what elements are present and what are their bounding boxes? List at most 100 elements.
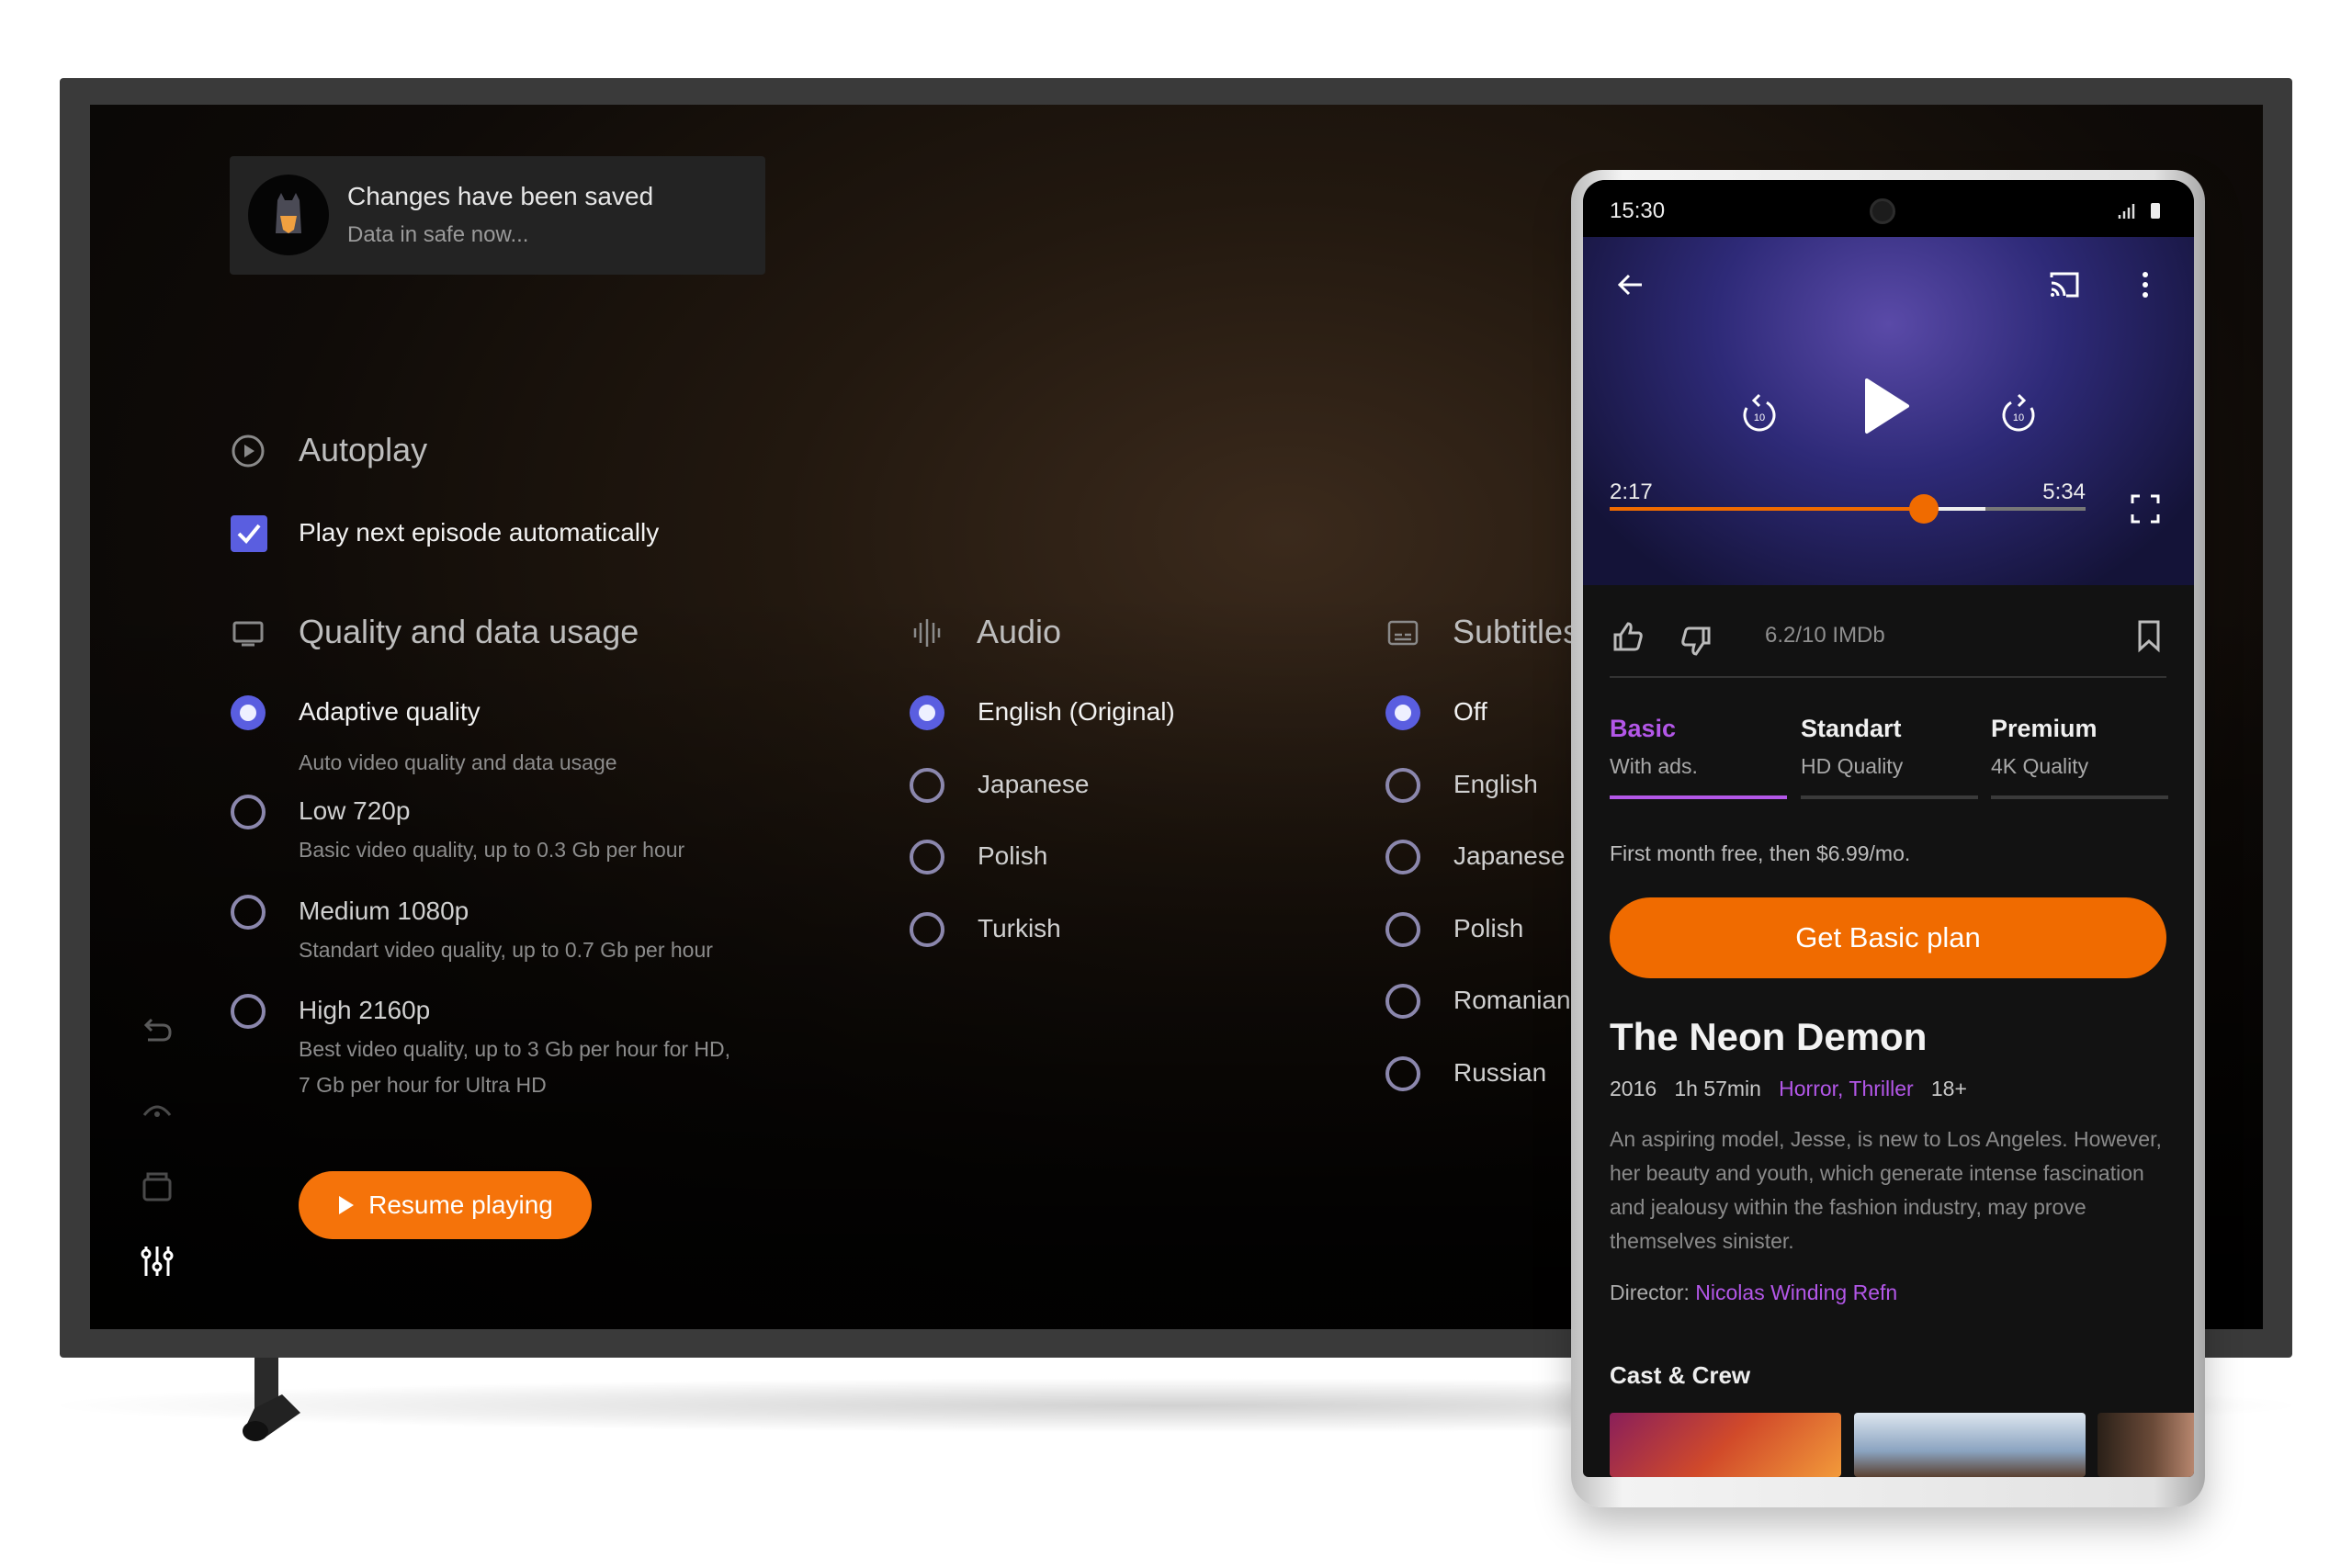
radio-audio-option[interactable] — [910, 695, 944, 730]
movie-genres[interactable]: Horror, Thriller — [1779, 1077, 1914, 1100]
imdb-rating: 6.2/10 IMDb — [1765, 623, 1885, 648]
option-description: Standart video quality, up to 0.7 Gb per… — [299, 938, 713, 962]
subtitles-option-label[interactable]: Romanian — [1453, 986, 1571, 1015]
batman-avatar-icon — [276, 193, 301, 233]
toast-subtitle: Data in safe now... — [347, 222, 529, 247]
plan-basic[interactable]: Basic With ads. — [1610, 715, 1787, 799]
replay-10-icon[interactable]: 10 — [1737, 391, 1781, 435]
option-description: Basic video quality, up to 0.3 Gb per ho… — [299, 838, 685, 862]
autoplay-checkbox-label[interactable]: Play next episode automatically — [299, 518, 659, 547]
svg-text:10: 10 — [1754, 412, 1765, 423]
toast-notification: Changes have been saved Data in safe now… — [230, 156, 765, 275]
radio-audio-option[interactable] — [910, 767, 944, 803]
subtitles-option-label[interactable]: English — [1453, 770, 1538, 799]
option-label[interactable]: Low 720p — [299, 796, 410, 826]
radio-low-720p[interactable] — [231, 795, 266, 829]
quality-heading: Quality and data usage — [299, 613, 639, 650]
divider — [1610, 676, 2166, 678]
svg-text:10: 10 — [2013, 412, 2024, 423]
audio-heading: Audio — [977, 613, 1062, 650]
settings-sliders-icon[interactable] — [139, 1243, 175, 1280]
option-label[interactable]: Adaptive quality — [299, 697, 481, 727]
thumbs-down-icon[interactable] — [1678, 623, 1714, 660]
subtitles-heading: Subtitles — [1453, 613, 1580, 650]
status-bar: 15:30 — [1583, 180, 2194, 237]
forward-10-icon[interactable]: 10 — [1996, 391, 2041, 435]
audio-option-label[interactable]: Turkish — [978, 914, 1061, 943]
plan-indicator — [1801, 795, 1978, 799]
camera-icon — [1870, 198, 1895, 224]
radio-subtitles-option[interactable] — [1385, 840, 1420, 874]
monitor-icon — [232, 621, 264, 647]
director-row: Director: Nicolas Winding Refn — [1610, 1280, 1897, 1305]
plan-name: Premium — [1991, 715, 2098, 742]
radio-adaptive-quality[interactable] — [231, 695, 266, 730]
plan-standart[interactable]: Standart HD Quality — [1801, 715, 1978, 799]
movie-year: 2016 — [1610, 1077, 1657, 1100]
movie-title: The Neon Demon — [1610, 1015, 1928, 1058]
phone-frame: 15:30 10 10 2:17 5:34 6.2/10 IMDb Basic … — [1571, 170, 2205, 1507]
option-description: Best video quality, up to 3 Gb per hour … — [299, 1037, 731, 1061]
plan-premium[interactable]: Premium 4K Quality — [1991, 715, 2168, 799]
arrow-back-icon[interactable] — [1612, 266, 1649, 303]
radio-subtitles-option[interactable] — [1385, 767, 1420, 803]
cast-icon[interactable] — [2046, 266, 2083, 303]
plan-desc: With ads. — [1610, 754, 1698, 778]
toast-title: Changes have been saved — [347, 182, 654, 210]
plan-selected-indicator — [1610, 795, 1787, 799]
seek-thumb[interactable] — [1908, 494, 1939, 524]
play-icon — [339, 1196, 355, 1214]
radio-subtitles-option[interactable] — [1385, 911, 1420, 947]
resume-playing-button[interactable]: Resume playing — [299, 1171, 592, 1239]
cast-heading: Cast & Crew — [1610, 1361, 1751, 1389]
movie-meta: 2016 1h 57min Horror, Thriller 18+ — [1610, 1077, 1967, 1101]
subtitles-option-label[interactable]: Russian — [1453, 1058, 1546, 1088]
back-icon[interactable] — [139, 1012, 175, 1049]
more-vertical-icon[interactable] — [2127, 266, 2164, 303]
cast-thumbnail[interactable] — [1854, 1413, 2086, 1477]
autoplay-heading: Autoplay — [299, 431, 428, 468]
fullscreen-icon[interactable] — [2127, 491, 2164, 527]
plan-desc: 4K Quality — [1991, 754, 2089, 778]
seek-progress — [1610, 507, 1924, 511]
radio-subtitles-option[interactable] — [1385, 1055, 1420, 1091]
audio-option-label[interactable]: English (Original) — [978, 697, 1175, 727]
subtitles-option-label[interactable]: Japanese — [1453, 841, 1565, 871]
play-icon[interactable] — [1863, 377, 1911, 435]
video-player[interactable]: 10 10 2:17 5:34 — [1583, 237, 2194, 585]
signal-battery-icon — [2118, 203, 2160, 219]
subtitles-icon — [1387, 620, 1419, 646]
bookmark-icon[interactable] — [2131, 617, 2167, 654]
age-rating: 18+ — [1930, 1077, 1967, 1100]
phone-screen: 15:30 10 10 2:17 5:34 6.2/10 IMDb Basic … — [1583, 180, 2194, 1477]
option-label[interactable]: Medium 1080p — [299, 897, 469, 926]
autoplay-checkbox[interactable] — [231, 515, 267, 552]
radio-subtitles-option[interactable] — [1385, 695, 1420, 730]
subtitles-option-label[interactable]: Polish — [1453, 914, 1523, 943]
avatar — [248, 175, 329, 255]
audio-option-label[interactable]: Polish — [978, 841, 1047, 871]
option-description: 7 Gb per hour for Ultra HD — [299, 1073, 547, 1097]
radio-subtitles-option[interactable] — [1385, 984, 1420, 1019]
director-link[interactable]: Nicolas Winding Refn — [1695, 1280, 1897, 1304]
cast-thumbnail[interactable] — [2098, 1413, 2194, 1477]
eye-icon[interactable] — [139, 1091, 175, 1128]
subtitles-option-label[interactable]: Off — [1453, 697, 1487, 727]
radio-audio-option[interactable] — [910, 911, 944, 947]
thumbs-up-icon[interactable] — [1610, 618, 1646, 655]
library-icon[interactable] — [139, 1167, 175, 1203]
get-basic-plan-button[interactable]: Get Basic plan — [1610, 897, 2166, 978]
cast-thumbnail[interactable] — [1610, 1413, 1841, 1477]
director-label: Director: — [1610, 1280, 1690, 1304]
price-note: First month free, then $6.99/mo. — [1610, 841, 1911, 865]
audio-option-label[interactable]: Japanese — [978, 770, 1089, 799]
movie-description: An aspiring model, Jesse, is new to Los … — [1610, 1127, 2162, 1253]
check-icon — [237, 524, 261, 544]
option-label[interactable]: High 2160p — [299, 996, 430, 1025]
plan-name: Basic — [1610, 715, 1677, 742]
movie-duration: 1h 57min — [1674, 1077, 1761, 1100]
radio-audio-option[interactable] — [910, 840, 944, 874]
radio-medium-1080p[interactable] — [231, 895, 266, 930]
radio-high-2160p[interactable] — [231, 994, 266, 1029]
seek-bar[interactable] — [1610, 494, 2086, 524]
